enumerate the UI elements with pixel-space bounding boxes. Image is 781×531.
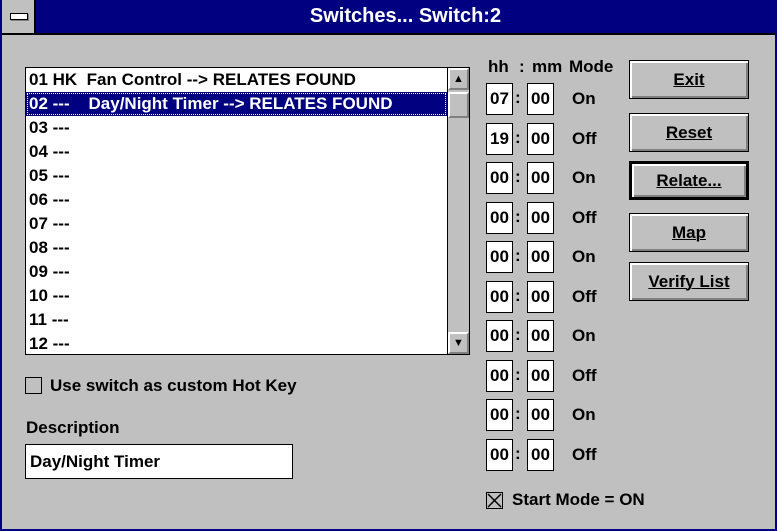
checkbox-x-icon: [487, 493, 502, 508]
minute-field[interactable]: 00: [527, 320, 554, 352]
hot-key-label[interactable]: Use switch as custom Hot Key: [50, 376, 297, 396]
minute-field[interactable]: 00: [527, 123, 554, 155]
description-label: Description: [26, 418, 120, 437]
list-item[interactable]: 12 ---: [26, 332, 447, 354]
title-bar: Switches... Switch:2: [2, 0, 775, 35]
minute-field[interactable]: 00: [527, 83, 554, 115]
list-item[interactable]: 02 --- Day/Night Timer --> RELATES FOUND: [26, 92, 447, 116]
mode-value[interactable]: On: [572, 405, 596, 425]
list-scrollbar[interactable]: ▲ ▼: [447, 68, 469, 354]
time-separator: :: [515, 128, 521, 147]
hour-field[interactable]: 07: [486, 83, 513, 115]
switch-listbox[interactable]: 01 HK Fan Control --> RELATES FOUND 02 --…: [25, 67, 470, 355]
minute-field[interactable]: 00: [527, 281, 554, 313]
start-mode-label[interactable]: Start Mode = ON: [512, 490, 645, 510]
verify-list-button[interactable]: Verify List: [629, 262, 749, 301]
exit-button[interactable]: Exit: [629, 60, 749, 99]
mode-value[interactable]: Off: [572, 208, 597, 228]
hot-key-label-text: Use switch as custom Hot Key: [50, 376, 297, 395]
time-separator: :: [515, 167, 521, 186]
mode-value[interactable]: On: [572, 326, 596, 346]
hot-key-checkbox[interactable]: [25, 377, 42, 394]
time-separator: :: [515, 246, 521, 265]
list-item[interactable]: 11 ---: [26, 308, 447, 332]
minute-field[interactable]: 00: [527, 241, 554, 273]
hour-field[interactable]: 00: [486, 360, 513, 392]
time-separator: :: [515, 325, 521, 344]
colon-header: :: [519, 57, 525, 76]
mode-value[interactable]: On: [572, 89, 596, 109]
list-item[interactable]: 01 HK Fan Control --> RELATES FOUND: [26, 68, 447, 92]
list-item[interactable]: 07 ---: [26, 212, 447, 236]
hh-header: hh: [488, 57, 509, 76]
relate-button[interactable]: Relate...: [629, 161, 749, 200]
mode-value[interactable]: Off: [572, 287, 597, 307]
scroll-up-button[interactable]: ▲: [448, 68, 469, 90]
description-field[interactable]: Day/Night Timer: [25, 444, 293, 479]
time-separator: :: [515, 207, 521, 226]
arrow-up-icon: ▲: [453, 73, 464, 85]
start-mode-checkbox[interactable]: [486, 492, 503, 509]
hour-field[interactable]: 00: [486, 320, 513, 352]
reset-button[interactable]: Reset: [629, 113, 749, 152]
minute-field[interactable]: 00: [527, 162, 554, 194]
hour-field[interactable]: 00: [486, 439, 513, 471]
window-title: Switches... Switch:2: [309, 5, 502, 27]
map-button[interactable]: Map: [629, 213, 749, 252]
hour-field[interactable]: 19: [486, 123, 513, 155]
time-separator: :: [515, 404, 521, 423]
system-menu-icon: [10, 13, 28, 20]
minute-field[interactable]: 00: [527, 202, 554, 234]
mode-value[interactable]: On: [572, 247, 596, 267]
mode-value[interactable]: Off: [572, 445, 597, 465]
time-separator: :: [515, 444, 521, 463]
hour-field[interactable]: 00: [486, 281, 513, 313]
scroll-thumb[interactable]: [448, 92, 469, 118]
mm-header: mm: [532, 57, 563, 76]
hour-field[interactable]: 00: [486, 162, 513, 194]
mode-value[interactable]: Off: [572, 366, 597, 386]
mode-value[interactable]: Off: [572, 129, 597, 149]
list-item[interactable]: 10 ---: [26, 284, 447, 308]
time-separator: :: [515, 365, 521, 384]
time-separator: :: [515, 286, 521, 305]
list-item[interactable]: 05 ---: [26, 164, 447, 188]
switches-dialog: Switches... Switch:2 01 HK Fan Control -…: [0, 0, 777, 531]
list-item[interactable]: 03 ---: [26, 116, 447, 140]
scroll-down-button[interactable]: ▼: [448, 332, 469, 354]
list-item[interactable]: 06 ---: [26, 188, 447, 212]
minute-field[interactable]: 00: [527, 439, 554, 471]
minute-field[interactable]: 00: [527, 360, 554, 392]
mode-value[interactable]: On: [572, 168, 596, 188]
mode-header: Mode: [569, 57, 614, 76]
minute-field[interactable]: 00: [527, 399, 554, 431]
switch-list-items: 01 HK Fan Control --> RELATES FOUND 02 --…: [26, 68, 447, 354]
hour-field[interactable]: 00: [486, 399, 513, 431]
list-item[interactable]: 08 ---: [26, 236, 447, 260]
hour-field[interactable]: 00: [486, 202, 513, 234]
system-menu-button[interactable]: [2, 0, 36, 33]
arrow-down-icon: ▼: [453, 337, 464, 349]
hour-field[interactable]: 00: [486, 241, 513, 273]
list-item[interactable]: 09 ---: [26, 260, 447, 284]
list-item[interactable]: 04 ---: [26, 140, 447, 164]
time-separator: :: [515, 88, 521, 107]
